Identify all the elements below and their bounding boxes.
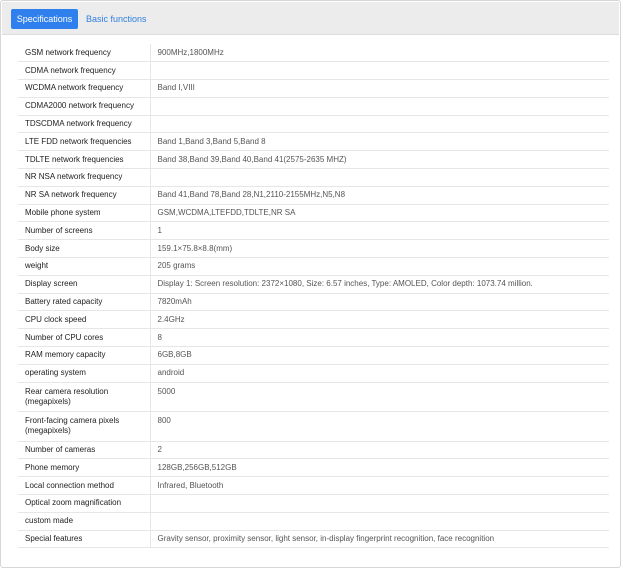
spec-value: android bbox=[150, 364, 609, 383]
spec-row: NR NSA network frequency bbox=[18, 168, 609, 187]
spec-label: LTE FDD network frequencies bbox=[18, 132, 151, 152]
spec-row: Optical zoom magnification bbox=[18, 494, 609, 513]
spec-value: 2 bbox=[150, 441, 609, 460]
spec-value: 900MHz,1800MHz bbox=[150, 44, 609, 63]
spec-label: Front-facing camera pixels (megapixels) bbox=[18, 411, 151, 442]
tab-basic-functions[interactable]: Basic functions bbox=[86, 9, 147, 29]
spec-label: NR SA network frequency bbox=[18, 186, 151, 205]
tab-bar: Specifications Basic functions bbox=[2, 2, 619, 35]
spec-label: weight bbox=[18, 257, 151, 276]
spec-value bbox=[150, 494, 609, 513]
spec-value: Band 38,Band 39,Band 40,Band 41(2575-263… bbox=[150, 150, 609, 170]
spec-row: Number of CPU cores 8 bbox=[18, 328, 609, 348]
spec-label: Display screen bbox=[18, 275, 151, 294]
spec-value: 159.1×75.8×8.8(mm) bbox=[150, 239, 609, 259]
spec-row: Battery rated capacity 7820mAh bbox=[18, 293, 609, 312]
spec-table: GSM network frequency 900MHz,1800MHz CDMA … bbox=[18, 44, 609, 549]
spec-row: CDMA network frequency bbox=[18, 61, 609, 81]
spec-row: Special features Gravity sensor, proximit… bbox=[18, 530, 609, 549]
spec-label: Phone memory bbox=[18, 458, 151, 478]
spec-row: Display screen Display 1: Screen resoluti… bbox=[18, 275, 609, 294]
spec-value: 5000 bbox=[150, 382, 609, 413]
spec-row: Number of screens 1 bbox=[18, 221, 609, 241]
spec-value: 128GB,256GB,512GB bbox=[150, 458, 609, 478]
spec-value: Band 41,Band 78,Band 28,N1,2110-2155MHz,… bbox=[150, 186, 609, 205]
spec-row: Local connection method Infrared, Bluetoo… bbox=[18, 476, 609, 496]
spec-label: NR NSA network frequency bbox=[18, 168, 151, 187]
spec-label: CDMA2000 network frequency bbox=[18, 97, 151, 116]
spec-label: Optical zoom magnification bbox=[18, 494, 151, 513]
spec-table-body: GSM network frequency 900MHz,1800MHz CDMA … bbox=[18, 44, 609, 549]
spec-label: Body size bbox=[18, 239, 151, 259]
spec-value: Band 1,Band 3,Band 5,Band 8 bbox=[150, 132, 609, 152]
spec-value: Gravity sensor, proximity sensor, light … bbox=[150, 530, 609, 549]
spec-value: 800 bbox=[150, 411, 609, 442]
spec-label: Number of screens bbox=[18, 221, 151, 241]
spec-value: Infrared, Bluetooth bbox=[150, 476, 609, 496]
spec-value: 6GB,8GB bbox=[150, 346, 609, 365]
spec-row: CDMA2000 network frequency bbox=[18, 97, 609, 116]
spec-value: 7820mAh bbox=[150, 293, 609, 312]
spec-value: 205 grams bbox=[150, 257, 609, 276]
spec-value: Band I,VIII bbox=[150, 79, 609, 98]
spec-label: CDMA network frequency bbox=[18, 61, 151, 81]
spec-value: GSM,WCDMA,LTEFDD,TDLTE,NR SA bbox=[150, 204, 609, 223]
spec-label: operating system bbox=[18, 364, 151, 383]
spec-label: Number of cameras bbox=[18, 441, 151, 460]
spec-label: RAM memory capacity bbox=[18, 346, 151, 365]
spec-row: CPU clock speed 2.4GHz bbox=[18, 310, 609, 330]
spec-value bbox=[150, 97, 609, 116]
spec-row: Mobile phone system GSM,WCDMA,LTEFDD,TDLT… bbox=[18, 204, 609, 223]
spec-row: Number of cameras 2 bbox=[18, 441, 609, 460]
spec-row: operating system android bbox=[18, 364, 609, 383]
spec-value bbox=[150, 115, 609, 134]
spec-row: TDSCDMA network frequency bbox=[18, 115, 609, 134]
spec-label: Number of CPU cores bbox=[18, 328, 151, 348]
spec-row: TDLTE network frequencies Band 38,Band 39… bbox=[18, 150, 609, 170]
spec-label: Special features bbox=[18, 530, 151, 549]
spec-row: Phone memory 128GB,256GB,512GB bbox=[18, 458, 609, 478]
spec-value bbox=[150, 512, 609, 531]
spec-panel: Specifications Basic functions GSM netwo… bbox=[0, 0, 621, 568]
spec-row: weight 205 grams bbox=[18, 257, 609, 276]
spec-label: WCDMA network frequency bbox=[18, 79, 151, 98]
spec-row: Front-facing camera pixels (megapixels) 8… bbox=[18, 411, 609, 442]
spec-row: WCDMA network frequency Band I,VIII bbox=[18, 79, 609, 98]
tab-specifications[interactable]: Specifications bbox=[11, 9, 78, 29]
spec-label: GSM network frequency bbox=[18, 44, 151, 63]
spec-row: Body size 159.1×75.8×8.8(mm) bbox=[18, 239, 609, 259]
spec-value: 8 bbox=[150, 328, 609, 348]
spec-value: 2.4GHz bbox=[150, 310, 609, 330]
spec-row: RAM memory capacity 6GB,8GB bbox=[18, 346, 609, 365]
spec-row: LTE FDD network frequencies Band 1,Band 3… bbox=[18, 132, 609, 152]
spec-label: TDSCDMA network frequency bbox=[18, 115, 151, 134]
spec-row: Rear camera resolution (megapixels) 5000 bbox=[18, 382, 609, 413]
spec-label: Mobile phone system bbox=[18, 204, 151, 223]
spec-label: Battery rated capacity bbox=[18, 293, 151, 312]
spec-value bbox=[150, 61, 609, 81]
spec-row: custom made bbox=[18, 512, 609, 531]
spec-value bbox=[150, 168, 609, 187]
spec-value: Display 1: Screen resolution: 2372×1080,… bbox=[150, 275, 609, 294]
spec-label: Local connection method bbox=[18, 476, 151, 496]
spec-label: Rear camera resolution (megapixels) bbox=[18, 382, 151, 413]
spec-label: custom made bbox=[18, 512, 151, 531]
spec-value: 1 bbox=[150, 221, 609, 241]
spec-label: TDLTE network frequencies bbox=[18, 150, 151, 170]
spec-label: CPU clock speed bbox=[18, 310, 151, 330]
spec-row: NR SA network frequency Band 41,Band 78,B… bbox=[18, 186, 609, 205]
spec-row: GSM network frequency 900MHz,1800MHz bbox=[18, 44, 609, 63]
